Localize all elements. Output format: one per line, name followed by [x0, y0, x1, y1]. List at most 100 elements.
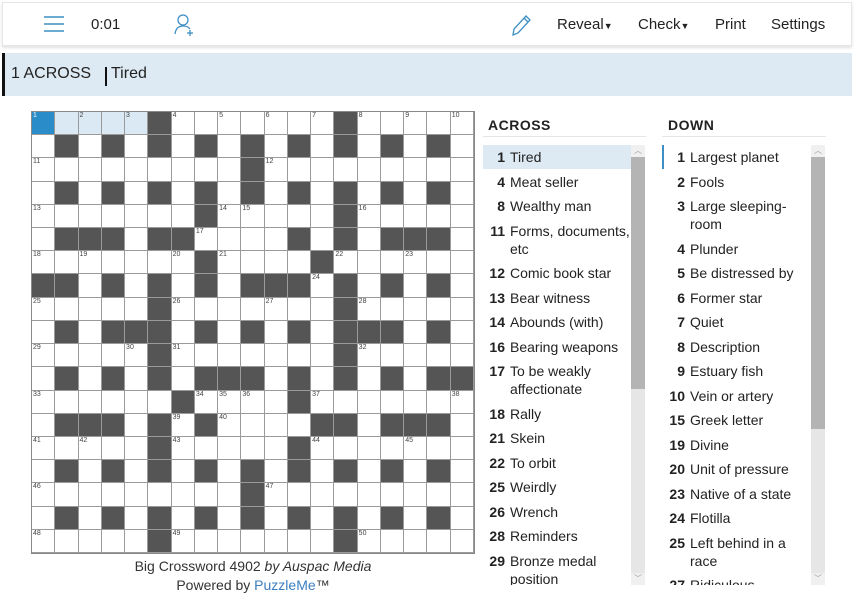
grid-cell[interactable] [404, 274, 428, 298]
grid-cell[interactable] [125, 436, 149, 461]
grid-cell[interactable] [287, 413, 312, 437]
reveal-menu[interactable]: Reveal▼ [557, 16, 613, 33]
grid-cell[interactable] [357, 390, 381, 414]
grid-cell[interactable]: 17 [194, 228, 219, 252]
grid-cell[interactable] [218, 274, 242, 298]
grid-cell[interactable] [78, 344, 102, 368]
grid-cell[interactable] [125, 274, 149, 298]
grid-cell[interactable] [171, 135, 195, 159]
grid-cell[interactable] [357, 251, 381, 275]
grid-cell[interactable] [125, 367, 149, 391]
grid-cell[interactable] [218, 181, 242, 205]
grid-cell[interactable] [264, 390, 288, 414]
grid-cell[interactable]: 20 [171, 251, 195, 275]
grid-cell[interactable] [311, 297, 335, 321]
clue-item[interactable]: 24 Flotilla [662, 506, 810, 530]
grid-cell[interactable]: 27 [264, 297, 288, 321]
grid-cell[interactable] [55, 112, 79, 136]
grid-cell[interactable] [78, 390, 102, 414]
clue-item[interactable]: 4 Meat seller [483, 170, 631, 194]
grid-cell[interactable] [171, 483, 195, 507]
grid-cell[interactable] [404, 390, 428, 414]
grid-cell[interactable] [311, 367, 335, 391]
grid-cell[interactable] [287, 344, 312, 368]
grid-cell[interactable] [357, 506, 381, 530]
grid-cell[interactable]: 29 [32, 344, 56, 368]
clue-item[interactable]: 17 To be weakly affectionate [483, 359, 631, 401]
grid-cell[interactable] [404, 506, 428, 530]
grid-cell[interactable]: 42 [78, 436, 102, 461]
grid-cell[interactable] [171, 460, 195, 484]
down-scrollbar[interactable]: ︿ ﹀ [811, 145, 825, 585]
grid-cell[interactable] [55, 529, 79, 553]
grid-cell[interactable]: 45 [404, 436, 428, 461]
clue-item[interactable]: 27 Ridiculous [662, 573, 810, 585]
grid-cell[interactable] [264, 204, 288, 229]
pencil-icon[interactable] [509, 13, 531, 41]
grid-cell[interactable]: 43 [171, 436, 195, 461]
puzzleme-link[interactable]: PuzzleMe [254, 577, 315, 593]
grid-cell[interactable] [380, 112, 405, 136]
grid-cell[interactable] [148, 158, 172, 182]
scroll-down-icon[interactable]: ﹀ [631, 573, 645, 585]
grid-cell[interactable] [78, 506, 102, 530]
grid-cell[interactable] [101, 436, 126, 461]
grid-cell[interactable]: 30 [125, 344, 149, 368]
grid-cell[interactable] [380, 297, 405, 321]
grid-cell[interactable]: 18 [32, 251, 56, 275]
grid-cell[interactable]: 48 [32, 529, 56, 553]
grid-cell[interactable]: 33 [32, 390, 56, 414]
grid-cell[interactable] [32, 320, 56, 345]
grid-cell[interactable] [427, 297, 451, 321]
grid-cell[interactable] [287, 297, 312, 321]
clue-item[interactable]: 12 Comic book star [483, 261, 631, 285]
grid-cell[interactable] [450, 297, 474, 321]
grid-cell[interactable] [78, 367, 102, 391]
clue-item[interactable]: 10 Vein or artery [662, 384, 810, 408]
clue-item[interactable]: 13 Bear witness [483, 286, 631, 310]
grid-cell[interactable] [450, 344, 474, 368]
grid-cell[interactable] [357, 228, 381, 252]
clue-item[interactable]: 1 Largest planet [662, 145, 810, 169]
grid-cell[interactable] [450, 529, 474, 553]
grid-cell[interactable]: 4 [171, 112, 195, 136]
grid-cell[interactable] [450, 158, 474, 182]
grid-cell[interactable]: 34 [194, 390, 219, 414]
crossword-grid[interactable]: 1 2 3 4 5 6 7 8 9 10 11 12 13 14 15 16 17 18 19 20 21 22 23 24 2… [31, 111, 475, 554]
grid-cell[interactable] [78, 158, 102, 182]
clue-item[interactable]: 18 Rally [483, 402, 631, 426]
grid-cell[interactable]: 11 [32, 158, 56, 182]
grid-cell[interactable] [101, 204, 126, 229]
grid-cell[interactable] [380, 436, 405, 461]
grid-cell[interactable]: 32 [357, 344, 381, 368]
grid-cell[interactable] [171, 320, 195, 345]
grid-cell[interactable] [101, 251, 126, 275]
grid-cell[interactable] [171, 204, 195, 229]
grid-cell[interactable] [125, 251, 149, 275]
grid-cell[interactable] [101, 390, 126, 414]
grid-cell[interactable] [171, 367, 195, 391]
grid-cell[interactable] [450, 181, 474, 205]
grid-cell[interactable]: 38 [450, 390, 474, 414]
grid-cell[interactable] [194, 529, 219, 553]
grid-cell[interactable]: 41 [32, 436, 56, 461]
grid-cell[interactable]: 15 [241, 204, 265, 229]
grid-cell[interactable] [450, 506, 474, 530]
grid-cell[interactable] [218, 158, 242, 182]
grid-cell[interactable] [194, 158, 219, 182]
grid-cell[interactable] [218, 483, 242, 507]
grid-cell[interactable] [125, 506, 149, 530]
grid-cell[interactable] [55, 390, 79, 414]
clue-item[interactable]: 1 Tired [483, 145, 631, 169]
grid-cell[interactable] [125, 483, 149, 507]
grid-cell[interactable] [427, 158, 451, 182]
grid-cell[interactable] [264, 367, 288, 391]
grid-cell[interactable] [357, 181, 381, 205]
grid-cell[interactable]: 39 [171, 413, 195, 437]
grid-cell[interactable] [241, 413, 265, 437]
grid-cell[interactable] [55, 251, 79, 275]
clue-item[interactable]: 21 Skein [483, 426, 631, 450]
grid-cell[interactable] [194, 112, 219, 136]
grid-cell[interactable] [311, 460, 335, 484]
clue-item[interactable]: 28 Reminders [483, 524, 631, 548]
